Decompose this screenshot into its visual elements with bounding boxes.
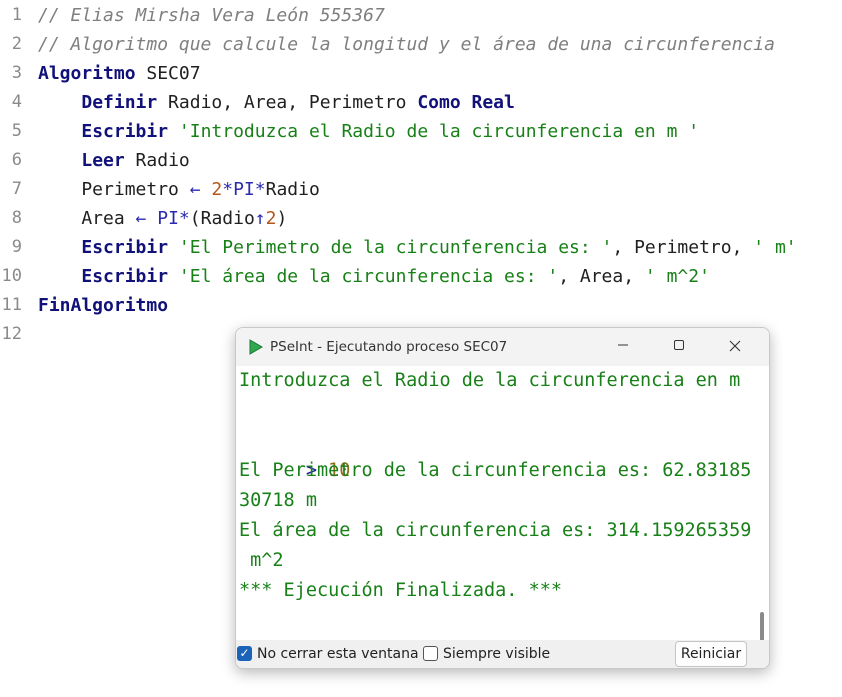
code-token: FinAlgoritmo	[38, 295, 169, 316]
console-line: El área de la circunferencia es: 314.159…	[239, 520, 752, 541]
code-token: )	[276, 208, 288, 229]
pseint-app-icon	[248, 339, 264, 359]
code-token: , Area,	[558, 266, 645, 287]
code-token: *	[254, 179, 266, 200]
line-number: 10	[1, 266, 22, 286]
line-number: 3	[11, 63, 22, 83]
console-line: *** Ejecución Finalizada. ***	[239, 580, 563, 601]
line-number: 8	[11, 208, 22, 228]
console-line: Introduzca el Radio de la circunferencia…	[239, 370, 741, 391]
code-text: Area ← PI*(Radio↑2)	[38, 204, 287, 233]
keep-open-checkbox[interactable]: ✓	[237, 646, 252, 661]
code-text: // Algoritmo que calcule la longitud y e…	[38, 30, 775, 59]
console-line: m^2	[239, 550, 284, 571]
console-input-line: > 10	[239, 426, 351, 481]
code-token: Perimetro	[38, 179, 190, 200]
code-token: SEC07	[135, 63, 201, 84]
code-text: Escribir 'Introduzca el Radio de la circ…	[38, 117, 699, 146]
line-number: 12	[1, 324, 22, 344]
close-icon[interactable]	[712, 328, 758, 366]
code-text: Perimetro ← 2*PI*Radio	[38, 175, 320, 204]
window-bottom-bar: ✓ No cerrar esta ventana Siempre visible…	[236, 640, 769, 668]
code-token: // Algoritmo que calcule la longitud y e…	[38, 34, 775, 55]
code-token: Como Real	[417, 92, 515, 113]
code-text: Escribir 'El área de la circunferencia e…	[38, 262, 710, 291]
line-number: 11	[1, 295, 22, 315]
code-token: 'El Perimetro de la circunferencia es: '	[178, 237, 613, 258]
code-token: Radio	[265, 179, 320, 200]
code-token: PI	[157, 208, 179, 229]
console-output[interactable]: Introduzca el Radio de la circunferencia…	[236, 366, 769, 640]
line-number: 5	[11, 121, 22, 141]
code-token: *	[178, 208, 190, 229]
code-token: ←	[135, 208, 147, 229]
code-token: Escribir	[81, 121, 169, 142]
line-number: 2	[11, 34, 22, 54]
keep-open-label[interactable]: No cerrar esta ventana	[257, 640, 419, 668]
code-token: , Perimetro,	[612, 237, 754, 258]
code-token: Algoritmo	[38, 63, 136, 84]
console-line: El Perimetro de la circunferencia es: 62…	[239, 460, 752, 481]
window-title: PSeInt - Ejecutando proceso SEC07	[270, 339, 508, 355]
code-token: 2	[211, 179, 223, 200]
code-token: *	[222, 179, 234, 200]
window-titlebar[interactable]: PSeInt - Ejecutando proceso SEC07	[236, 328, 769, 366]
code-token: Escribir	[81, 266, 169, 287]
code-token: 'Introduzca el Radio de la circunferenci…	[178, 121, 700, 142]
line-number: 9	[11, 237, 22, 257]
code-token: Radio	[124, 150, 190, 171]
always-visible-checkbox[interactable]	[423, 646, 438, 661]
code-text: FinAlgoritmo	[38, 291, 168, 320]
line-number: 4	[11, 92, 22, 112]
code-token: Escribir	[81, 237, 169, 258]
code-text: Leer Radio	[38, 146, 190, 175]
code-token: (Radio	[189, 208, 255, 229]
always-visible-label[interactable]: Siempre visible	[443, 640, 550, 668]
code-token: Radio, Area, Perimetro	[157, 92, 418, 113]
code-text: Algoritmo SEC07	[38, 59, 201, 88]
line-number: 1	[11, 5, 22, 25]
code-token: ↑	[254, 208, 266, 229]
line-number: 7	[11, 179, 22, 199]
code-token: Area	[38, 208, 136, 229]
minimize-icon[interactable]	[600, 328, 646, 366]
console-line: 30718 m	[239, 490, 317, 511]
code-token: ' m^2'	[644, 266, 710, 287]
code-token: ' m'	[753, 237, 797, 258]
code-token: 'El área de la circunferencia es: '	[178, 266, 559, 287]
maximize-icon[interactable]	[656, 328, 702, 366]
line-number: 6	[11, 150, 22, 170]
code-token: ←	[189, 179, 201, 200]
code-token: 2	[265, 208, 277, 229]
code-token: Definir	[81, 92, 158, 113]
code-token: Leer	[81, 150, 125, 171]
code-text: Escribir 'El Perimetro de la circunferen…	[38, 233, 797, 262]
execution-window: PSeInt - Ejecutando proceso SEC07 Introd…	[235, 327, 770, 669]
code-token: PI	[233, 179, 255, 200]
code-text: // Elias Mirsha Vera León 555367	[38, 1, 385, 30]
restart-button[interactable]: Reiniciar	[675, 641, 747, 667]
code-token: // Elias Mirsha Vera León 555367	[38, 5, 385, 26]
code-text: Definir Radio, Area, Perimetro Como Real	[38, 88, 515, 117]
